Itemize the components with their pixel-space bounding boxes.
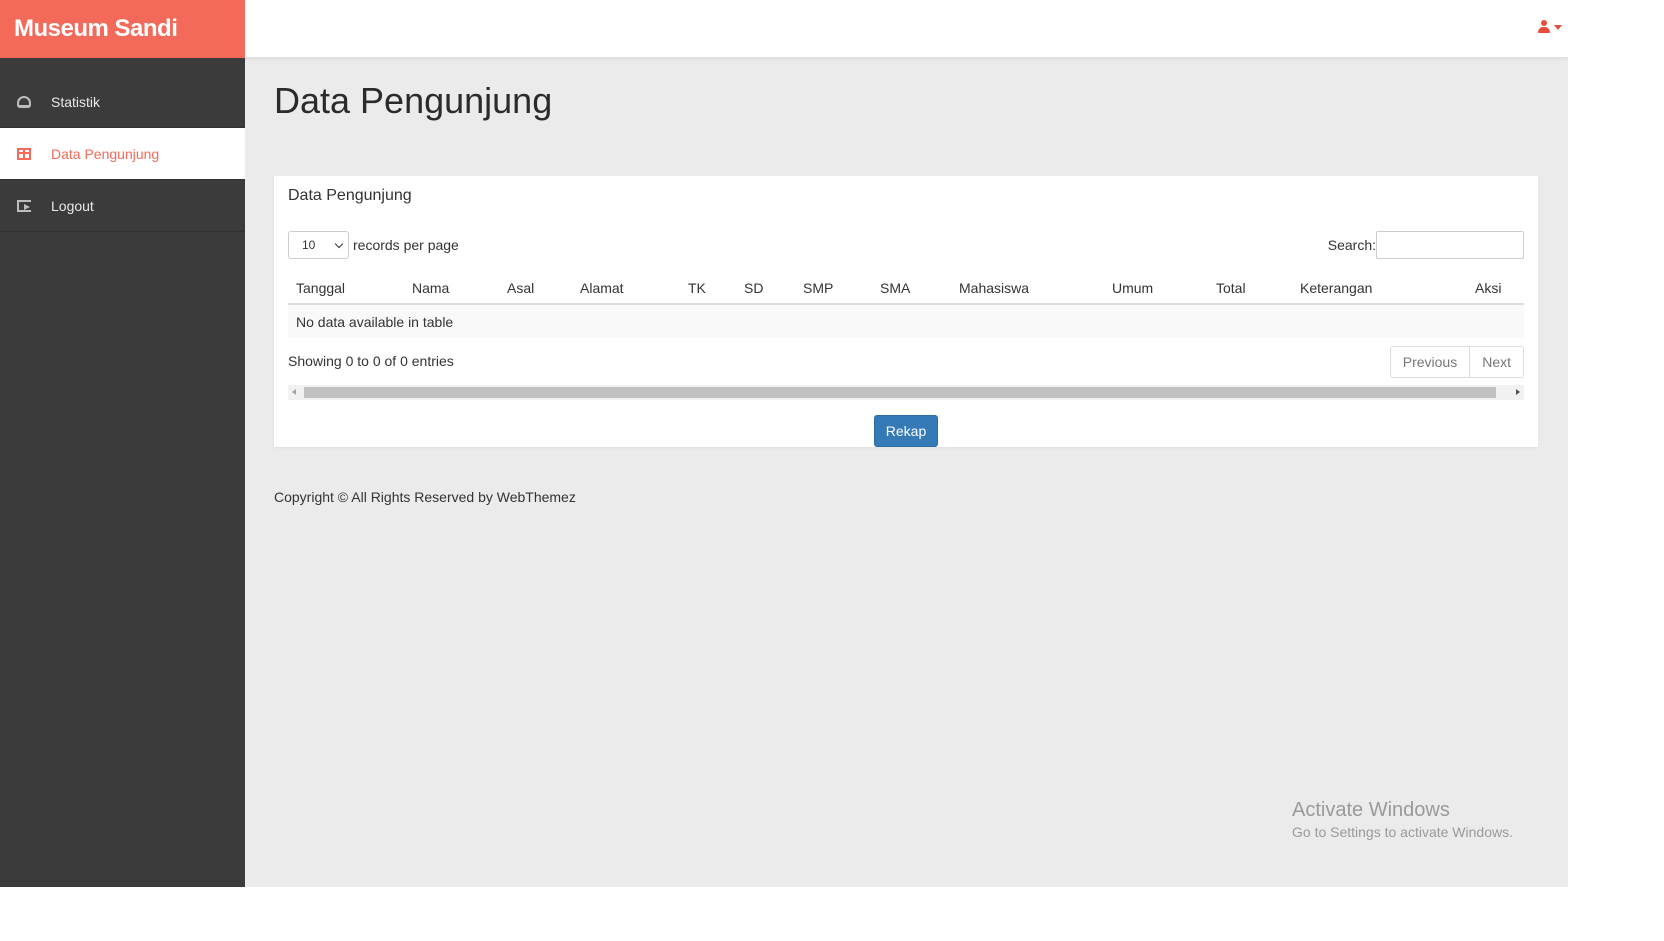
windows-activation-watermark: Activate Windows Go to Settings to activ…	[1292, 799, 1513, 840]
page-length-select[interactable]: 10	[288, 231, 349, 259]
table-icon	[17, 147, 31, 160]
next-page-button[interactable]: Next	[1470, 346, 1524, 378]
column-header[interactable]: Total	[1208, 272, 1292, 305]
user-menu-toggle[interactable]	[1538, 20, 1562, 34]
column-header[interactable]: SMP	[795, 272, 872, 305]
rekap-button[interactable]: Rekap	[874, 415, 938, 447]
sidebar-item-logout[interactable]: Logout	[0, 180, 245, 232]
column-header[interactable]: Umum	[1104, 272, 1208, 305]
sidebar-item-data-pengunjung[interactable]: Data Pengunjung	[0, 128, 245, 180]
user-icon	[1538, 20, 1550, 34]
brand-name: Museum Sandi	[14, 15, 178, 42]
table-search: Search:	[1328, 231, 1524, 259]
column-header[interactable]: SMA	[872, 272, 951, 305]
records-per-page: 10 records per page	[288, 231, 459, 259]
sidebar-item-label: Statistik	[51, 93, 101, 110]
column-header[interactable]: Keterangan	[1292, 272, 1467, 305]
scrollbar-thumb[interactable]	[304, 387, 1496, 398]
search-label: Search:	[1327, 237, 1376, 253]
footer-copyright: Copyright © All Rights Reserved by WebTh…	[274, 489, 576, 505]
previous-page-button[interactable]: Previous	[1389, 346, 1471, 378]
panel-heading: Data Pengunjung	[288, 187, 412, 204]
column-header[interactable]: Aksi	[1467, 272, 1524, 305]
sign-out-icon	[17, 199, 31, 212]
column-header[interactable]: Asal	[499, 272, 572, 305]
top-navbar: Museum Sandi	[0, 0, 1568, 58]
column-header[interactable]: Tanggal	[288, 272, 404, 305]
page-title: Data Pengunjung	[274, 80, 553, 121]
bottom-margin	[0, 887, 1568, 941]
app-window: Museum Sandi Statistik Data Pengunjung L…	[0, 0, 1568, 887]
sidebar-item-label: Logout	[51, 197, 94, 214]
caret-down-icon	[1554, 24, 1562, 30]
table-info: Showing 0 to 0 of 0 entries	[288, 353, 454, 369]
watermark-title: Activate Windows	[1292, 799, 1450, 821]
scroll-right-icon[interactable]	[1516, 389, 1520, 395]
table-row: No data available in table	[288, 304, 1524, 338]
pagination: Previous Next	[1389, 346, 1524, 378]
data-panel: Data Pengunjung 10 records per page Sear…	[274, 176, 1538, 447]
column-header[interactable]: Mahasiswa	[951, 272, 1104, 305]
sidebar-item-label: Data Pengunjung	[51, 145, 160, 162]
horizontal-scrollbar[interactable]	[288, 385, 1524, 400]
chevron-down-icon	[334, 239, 344, 249]
brand-logo[interactable]: Museum Sandi	[0, 0, 245, 58]
search-input[interactable]	[1376, 231, 1524, 259]
page-length-value: 10	[302, 238, 316, 252]
column-header[interactable]: Nama	[404, 272, 499, 305]
column-header[interactable]: TK	[680, 272, 736, 305]
empty-table-message: No data available in table	[288, 304, 1524, 338]
dashboard-icon	[17, 95, 31, 108]
table-header-row: Tanggal Nama Asal Alamat TK SD SMP SMA M…	[288, 272, 1524, 305]
right-margin	[1568, 0, 1664, 941]
page-length-label: records per page	[353, 237, 459, 253]
sidebar: Statistik Data Pengunjung Logout	[0, 58, 245, 887]
sidebar-item-statistik[interactable]: Statistik	[0, 58, 245, 128]
scroll-left-icon[interactable]	[292, 389, 296, 395]
column-header[interactable]: Alamat	[572, 272, 680, 305]
visitor-table: Tanggal Nama Asal Alamat TK SD SMP SMA M…	[288, 272, 1524, 338]
watermark-subtitle: Go to Settings to activate Windows.	[1292, 824, 1513, 840]
column-header[interactable]: SD	[736, 272, 795, 305]
